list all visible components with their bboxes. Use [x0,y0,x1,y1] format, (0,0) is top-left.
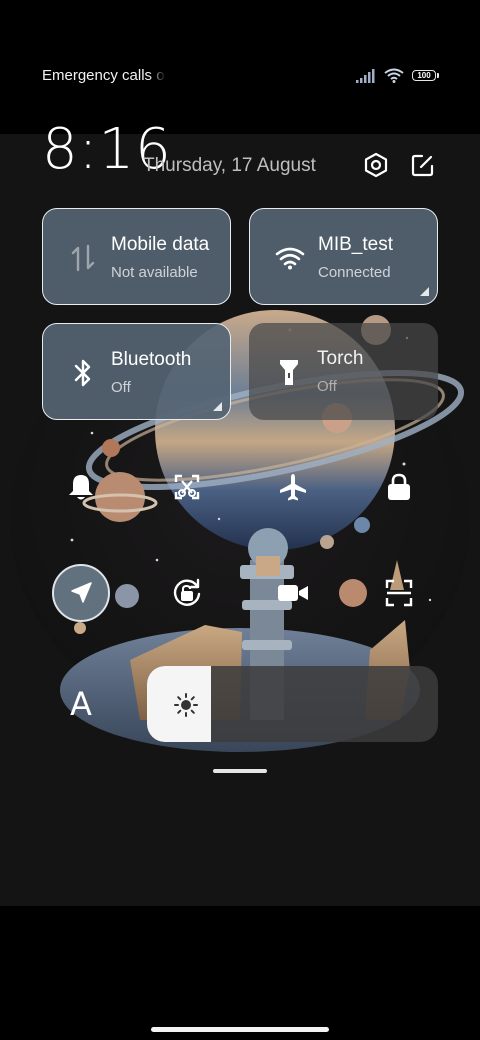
tile-expand-corner-icon[interactable] [420,287,429,296]
tile-bluetooth[interactable]: Bluetooth Off [42,323,231,420]
torch-status: Off [317,378,337,395]
panel-drag-handle[interactable] [213,769,267,773]
rotation-lock-icon [173,578,201,606]
tile-torch[interactable]: Torch Off [249,323,438,420]
signal-icon [356,68,375,83]
scan-icon [385,579,413,607]
mobile-data-title: Mobile data [111,234,210,255]
tile-expand-corner-icon[interactable] [213,402,222,411]
torch-icon [273,356,305,388]
mobile-data-status: Not available [111,264,198,281]
font-size-button[interactable]: A [62,684,100,724]
toggle-scanner[interactable] [370,564,428,622]
toggle-rotation-lock[interactable] [158,564,216,622]
edit-icon [411,154,434,177]
toggle-silent[interactable] [52,458,110,516]
wifi-status: Connected [318,264,391,281]
bell-icon [69,475,93,500]
airplane-icon [280,474,306,501]
lock-icon [388,473,410,500]
tile-mobile-data[interactable]: Mobile data Not available [42,208,231,305]
video-camera-icon [278,585,308,601]
edit-button[interactable] [408,150,438,180]
bluetooth-status: Off [111,379,131,396]
date: Thursday, 17 August [143,155,316,176]
wifi-network-name: MIB_test [318,234,393,255]
status-bar: Emergency calls only 100 [0,60,480,92]
battery-level: 100 [417,70,431,80]
toggle-airplane-mode[interactable] [264,458,322,516]
mobile-data-icon [67,242,99,274]
bluetooth-icon [67,357,99,389]
home-indicator[interactable] [151,1027,329,1032]
status-icons: 100 [356,68,439,83]
wifi-status-icon [384,68,404,83]
toggle-lock-screen[interactable] [370,458,428,516]
settings-button[interactable] [361,150,391,180]
brightness-slider[interactable] [147,666,438,742]
tile-wifi[interactable]: MIB_test Connected [249,208,438,305]
bluetooth-title: Bluetooth [111,349,192,370]
carrier-status-text: Emergency calls only [42,67,166,84]
sun-icon [174,693,198,717]
toggle-screenshot[interactable] [158,458,216,516]
battery-icon: 100 [412,70,439,81]
screenshot-icon [174,474,200,500]
toggle-screen-recorder[interactable] [264,564,322,622]
location-icon [71,582,92,603]
control-center: Emergency calls only 100 8:16 Thursday, … [0,0,480,1040]
torch-title: Torch [317,348,364,369]
hexagon-settings-icon [364,152,388,178]
wifi-icon [274,242,306,274]
toggle-location[interactable] [52,564,110,622]
